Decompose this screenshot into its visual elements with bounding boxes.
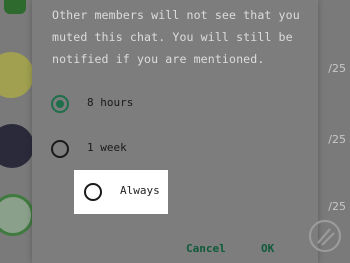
chat-timestamp: /25 bbox=[328, 200, 346, 213]
option-label: Always bbox=[120, 184, 160, 197]
dialog-actions: Cancel OK bbox=[32, 242, 318, 258]
dialog-message: Other members will not see that you mute… bbox=[52, 8, 300, 66]
mute-dialog-screen: /25 /25 /25 Other members will not see t… bbox=[0, 0, 350, 263]
mute-option-always[interactable]: Always bbox=[74, 170, 168, 214]
chat-timestamp: /25 bbox=[328, 133, 346, 146]
cancel-button[interactable]: Cancel bbox=[186, 242, 226, 255]
radio-button[interactable] bbox=[84, 183, 102, 201]
chat-avatar bbox=[0, 194, 34, 236]
option-label: 1 week bbox=[87, 141, 127, 154]
chat-avatar bbox=[0, 124, 34, 168]
chat-avatar bbox=[0, 52, 34, 98]
radio-button[interactable] bbox=[51, 140, 69, 158]
radio-dot bbox=[56, 100, 64, 108]
chat-avatar bbox=[4, 0, 26, 14]
mute-notifications-dialog: Other members will not see that you mute… bbox=[32, 0, 318, 263]
mute-option-8-hours[interactable]: 8 hours bbox=[32, 82, 318, 126]
option-label: 8 hours bbox=[87, 96, 134, 109]
gadgets-logo-icon bbox=[308, 219, 342, 253]
chat-timestamp: /25 bbox=[328, 62, 346, 75]
ok-button[interactable]: OK bbox=[261, 242, 274, 255]
radio-button-checked[interactable] bbox=[51, 95, 69, 113]
mute-option-1-week[interactable]: 1 week bbox=[32, 127, 318, 171]
